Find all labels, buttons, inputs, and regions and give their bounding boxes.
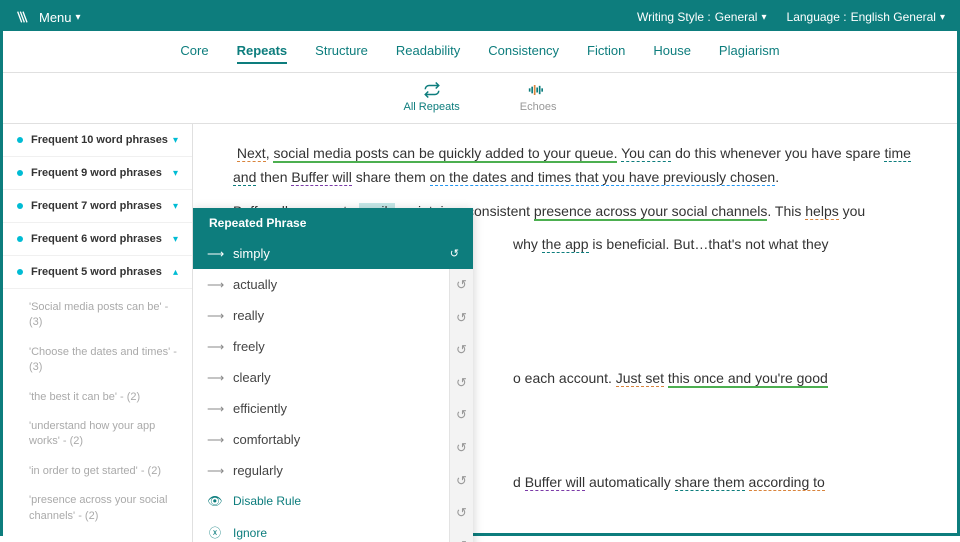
popup-ignore[interactable]: ⓧIgnore	[193, 516, 449, 542]
arrow-right-icon: ⟶	[207, 309, 223, 323]
sidebar-item-5word[interactable]: Frequent 5 word phrases ▴	[3, 256, 192, 289]
popup-suggestion[interactable]: ⟶freely	[193, 331, 449, 362]
popup-suggestion[interactable]: ⟶clearly	[193, 362, 449, 393]
topbar-right: Writing Style : General ▾ Language : Eng…	[637, 10, 945, 24]
swap-icon[interactable]: ↺	[450, 497, 473, 530]
chevron-down-icon: ▾	[76, 12, 81, 23]
chevron-down-icon: ▾	[761, 12, 766, 23]
popup-suggestion[interactable]: ⟶actually	[193, 269, 449, 300]
tab-structure[interactable]: Structure	[315, 39, 368, 64]
app-logo-icon	[15, 9, 31, 25]
sidebar[interactable]: Frequent 10 word phrases ▾ Frequent 9 wo…	[3, 124, 193, 542]
sidebar-item-9word[interactable]: Frequent 9 word phrases ▾	[3, 157, 192, 190]
subtab-label: Echoes	[520, 101, 557, 113]
bullet-icon	[17, 137, 23, 143]
sidebar-subitem[interactable]: 'understand how your app works' - (2)	[29, 412, 192, 457]
tab-plagiarism[interactable]: Plagiarism	[719, 39, 780, 64]
arrow-right-icon: ⟶	[207, 247, 223, 261]
popup-header: Repeated Phrase	[193, 208, 473, 238]
echoes-icon	[528, 81, 548, 99]
arrow-right-icon: ⟶	[207, 340, 223, 354]
topbar-left: Menu ▾	[15, 9, 81, 25]
swap-icon[interactable]: ↺	[450, 432, 473, 465]
writing-style-label: Writing Style :	[637, 10, 711, 24]
swap-icon[interactable]: ↺	[450, 334, 473, 367]
sidebar-item-6word[interactable]: Frequent 6 word phrases ▾	[3, 223, 192, 256]
tab-consistency[interactable]: Consistency	[488, 39, 559, 64]
arrow-right-icon: ⟶	[207, 402, 223, 416]
popup-suggestion[interactable]: ⟶regularly	[193, 455, 449, 486]
swap-icon[interactable]: ↺	[450, 269, 473, 302]
language-value: English General	[851, 10, 936, 24]
sidebar-subitem[interactable]: 'Social media posts can be' - (3)	[29, 293, 192, 338]
main-content: Frequent 10 word phrases ▾ Frequent 9 wo…	[3, 124, 957, 542]
arrow-right-icon: ⟶	[207, 278, 223, 292]
sidebar-subitem[interactable]: 'presence across your social channels' -…	[29, 486, 192, 531]
tab-readability[interactable]: Readability	[396, 39, 460, 64]
chevron-down-icon: ▾	[173, 135, 178, 146]
repeat-icon	[422, 81, 442, 99]
bullet-icon	[17, 236, 23, 242]
swap-icon[interactable]: ↺	[450, 247, 459, 260]
menu-button[interactable]: Menu ▾	[39, 10, 81, 25]
menu-label: Menu	[39, 10, 72, 25]
arrow-right-icon: ⟶	[207, 464, 223, 478]
swap-icon[interactable]: ↺	[450, 302, 473, 335]
sidebar-item-7word[interactable]: Frequent 7 word phrases ▾	[3, 190, 192, 223]
writing-style-dropdown[interactable]: Writing Style : General ▾	[637, 10, 767, 24]
sidebar-sublist: 'Social media posts can be' - (3) 'Choos…	[3, 289, 192, 539]
chevron-down-icon: ▾	[173, 234, 178, 245]
sidebar-subitem[interactable]: 'the best it can be' - (2)	[29, 383, 192, 412]
top-bar: Menu ▾ Writing Style : General ▾ Languag…	[3, 3, 957, 31]
arrow-right-icon: ⟶	[207, 433, 223, 447]
swap-icon[interactable]: ↺	[450, 367, 473, 400]
chevron-down-icon: ▾	[940, 12, 945, 23]
editor-content[interactable]: Next, social media posts can be quickly …	[193, 124, 957, 542]
popup-disable-rule[interactable]: 👁Disable Rule	[193, 486, 449, 516]
subtab-all-repeats[interactable]: All Repeats	[404, 81, 460, 113]
arrow-right-icon: ⟶	[207, 371, 223, 385]
language-label: Language :	[787, 10, 847, 24]
tab-fiction[interactable]: Fiction	[587, 39, 625, 64]
swap-icon[interactable]: ↺	[450, 465, 473, 498]
popup-suggestion[interactable]: ⟶simply ↺	[193, 238, 473, 269]
bullet-icon	[17, 269, 23, 275]
sidebar-subitem[interactable]: 'Choose the dates and times' - (3)	[29, 338, 192, 383]
suggestion-popup: Repeated Phrase ⟶simply ↺ ⟶actually ⟶rea…	[193, 208, 473, 542]
language-dropdown[interactable]: Language : English General ▾	[787, 10, 945, 24]
chevron-down-icon: ▾	[173, 168, 178, 179]
popup-suggestion[interactable]: ⟶comfortably	[193, 424, 449, 455]
popup-suggestion[interactable]: ⟶efficiently	[193, 393, 449, 424]
popup-suggestion[interactable]: ⟶really	[193, 300, 449, 331]
swap-icon[interactable]: ↺	[450, 399, 473, 432]
sub-tabs: All Repeats Echoes	[3, 73, 957, 124]
subtab-label: All Repeats	[404, 101, 460, 113]
writing-style-value: General	[715, 10, 758, 24]
tab-repeats[interactable]: Repeats	[237, 39, 288, 64]
subtab-echoes[interactable]: Echoes	[520, 81, 557, 113]
tab-house[interactable]: House	[653, 39, 691, 64]
tab-core[interactable]: Core	[180, 39, 208, 64]
bullet-icon	[17, 203, 23, 209]
close-circle-icon: ⓧ	[207, 524, 223, 541]
chevron-up-icon: ▴	[173, 267, 178, 278]
bullet-icon	[17, 170, 23, 176]
eye-off-icon: 👁	[207, 494, 223, 508]
chevron-down-icon: ▾	[173, 201, 178, 212]
sidebar-subitem[interactable]: 'in order to get started' - (2)	[29, 457, 192, 486]
sidebar-item-10word[interactable]: Frequent 10 word phrases ▾	[3, 124, 192, 157]
main-tabs: Core Repeats Structure Readability Consi…	[3, 31, 957, 73]
